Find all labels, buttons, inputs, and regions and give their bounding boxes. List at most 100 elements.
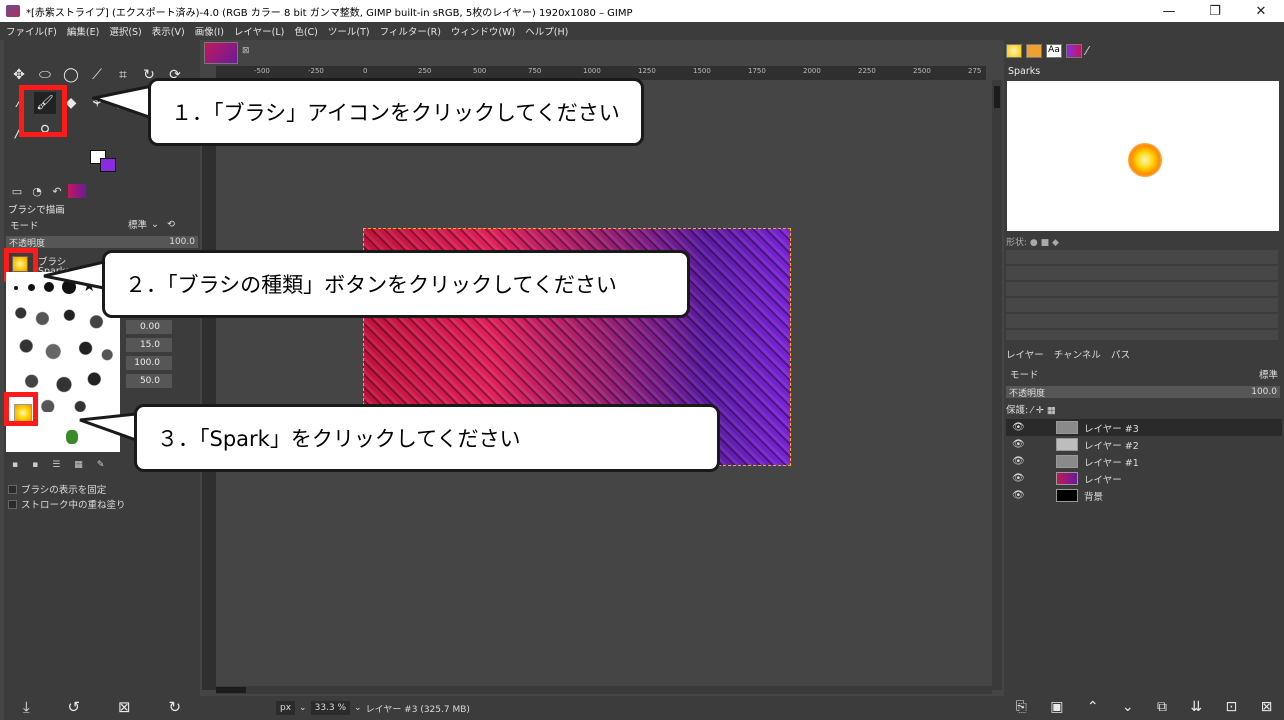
scroll-thumb[interactable] xyxy=(994,86,1000,108)
image-canvas[interactable] xyxy=(216,80,992,690)
brush-item[interactable] xyxy=(14,286,18,290)
edit-brush-icon[interactable]: ✎ xyxy=(97,460,105,470)
free-select-icon[interactable]: ◯ xyxy=(60,64,82,86)
layer-name: レイヤー #2 xyxy=(1084,440,1139,452)
tab-layers[interactable]: レイヤー xyxy=(1006,347,1044,361)
menu-windows[interactable]: ウィンドウ(W) xyxy=(451,24,515,38)
patterns-tab-icon[interactable] xyxy=(1026,44,1042,58)
delete-options-icon[interactable]: ⊠ xyxy=(118,698,131,716)
ruler-tick: 275 xyxy=(968,67,982,75)
menu-edit[interactable]: 編集(E) xyxy=(67,24,99,38)
spacing-field[interactable]: 50.0 xyxy=(126,374,172,388)
duplicate-layer-icon[interactable]: ⧉ xyxy=(1157,699,1167,715)
checkbox-box[interactable] xyxy=(8,499,17,509)
layer-row[interactable]: 👁 レイヤー #1 xyxy=(1006,453,1282,470)
grid-view-icon[interactable]: ▦ xyxy=(74,460,83,470)
eye-icon[interactable]: 👁 xyxy=(1012,422,1026,433)
menu-view[interactable]: 表示(V) xyxy=(152,24,185,38)
lock-label: 保護: xyxy=(1006,405,1029,416)
menu-tools[interactable]: ツール(T) xyxy=(328,24,370,38)
raise-layer-icon[interactable]: ⌃ xyxy=(1087,699,1099,715)
brush-editor-tab-icon[interactable]: ⁄ xyxy=(1086,44,1102,58)
larger-preview-icon[interactable]: ▪ xyxy=(32,460,38,470)
crop-tool-icon[interactable]: ⌗ xyxy=(112,64,134,86)
minimize-button[interactable]: — xyxy=(1146,0,1192,22)
vertical-scrollbar[interactable] xyxy=(992,80,1002,690)
faded-slider xyxy=(1006,250,1278,264)
menu-file[interactable]: ファイル(F) xyxy=(6,24,57,38)
menu-help[interactable]: ヘルプ(H) xyxy=(525,24,568,38)
brush-item[interactable] xyxy=(28,284,35,291)
chevron-down-icon[interactable]: ⌄ xyxy=(299,703,307,713)
square-shape-icon[interactable]: ■ xyxy=(1041,238,1050,248)
menu-filters[interactable]: フィルター(R) xyxy=(380,24,441,38)
image-tab-icon[interactable] xyxy=(68,184,86,198)
lock-position-icon[interactable]: ✛ xyxy=(1036,405,1044,416)
menu-image[interactable]: 画像(I) xyxy=(195,24,224,38)
horizontal-scrollbar[interactable] xyxy=(216,686,992,694)
new-layer-icon[interactable]: ⎘ xyxy=(1016,699,1027,715)
circle-shape-icon[interactable]: ● xyxy=(1030,238,1038,248)
lock-brush-checkbox[interactable]: ブラシの表示を固定 xyxy=(8,482,106,496)
menu-colors[interactable]: 色(C) xyxy=(294,24,318,38)
merge-layer-icon[interactable]: ⇊ xyxy=(1190,699,1202,715)
mode-dropdown[interactable]: 標準 ⌄ ⟲ xyxy=(128,216,198,232)
callout-tail xyxy=(43,260,106,290)
tool-options-tab-icon[interactable]: ▭ xyxy=(8,184,26,198)
diamond-shape-icon[interactable]: ◆ xyxy=(1052,238,1059,248)
brushes-tab-icon[interactable] xyxy=(1006,44,1022,58)
reset-options-icon[interactable]: ↻ xyxy=(168,698,181,716)
scroll-thumb[interactable] xyxy=(216,687,246,693)
undo-history-tab-icon[interactable]: ↶ xyxy=(48,184,66,198)
device-status-tab-icon[interactable]: ◔ xyxy=(28,184,46,198)
menu-layer[interactable]: レイヤー(L) xyxy=(234,24,284,38)
brush-preview xyxy=(1007,81,1279,231)
tab-channels[interactable]: チャンネル xyxy=(1054,347,1101,361)
move-tool-icon[interactable]: ✥ xyxy=(8,64,30,86)
unit-select[interactable]: px xyxy=(276,701,296,715)
opacity-slider[interactable]: 不透明度 100.0 xyxy=(6,236,198,249)
close-image-tab-icon[interactable]: ⊠ xyxy=(242,46,250,56)
layer-row[interactable]: 👁 レイヤー #2 xyxy=(1006,436,1282,453)
lock-alpha-icon[interactable]: ▦ xyxy=(1047,405,1056,416)
right-dock: Aa ⁄ Sparks 形状: ● ■ ◆ レイヤー チャンネル パス モード … xyxy=(1004,40,1284,720)
incremental-checkbox[interactable]: ストローク中の重ね塗り xyxy=(8,497,126,511)
layer-row[interactable]: 👁 レイヤー #3 xyxy=(1006,419,1282,436)
eye-icon[interactable]: 👁 xyxy=(1012,490,1026,501)
ellipse-select-icon[interactable]: ⬭ xyxy=(34,64,56,86)
gradients-tab-icon[interactable] xyxy=(1066,44,1082,58)
eye-icon[interactable]: 👁 xyxy=(1012,439,1026,450)
reset-icon[interactable]: ⟲ xyxy=(167,219,175,230)
new-group-icon[interactable]: ▣ xyxy=(1050,699,1063,715)
lock-pixels-icon[interactable]: ⁄ xyxy=(1031,405,1033,416)
fonts-tab-icon[interactable]: Aa xyxy=(1046,44,1062,58)
background-color-swatch[interactable] xyxy=(100,158,116,172)
close-button[interactable]: ✕ xyxy=(1238,0,1284,22)
eye-icon[interactable]: 👁 xyxy=(1012,473,1026,484)
checkbox-box[interactable] xyxy=(8,484,17,494)
zoom-select[interactable]: 33.3 % xyxy=(310,701,351,715)
layer-row[interactable]: 👁 レイヤー xyxy=(1006,470,1282,487)
tool-options-title: ブラシで描画 xyxy=(8,205,65,216)
save-options-icon[interactable]: ⤓ xyxy=(23,698,30,716)
tab-paths[interactable]: パス xyxy=(1111,347,1130,361)
list-view-icon[interactable]: ☰ xyxy=(52,460,60,470)
lower-layer-icon[interactable]: ⌄ xyxy=(1122,699,1134,715)
pepper-brush-icon[interactable] xyxy=(66,430,78,444)
size-field[interactable]: 0.00 xyxy=(126,320,172,334)
menu-select[interactable]: 選択(S) xyxy=(109,24,141,38)
fuzzy-select-icon[interactable]: ⟋ xyxy=(86,64,108,86)
mask-layer-icon[interactable]: ⊡ xyxy=(1225,699,1237,715)
smaller-preview-icon[interactable]: ▪ xyxy=(12,460,18,470)
layers-mode-row[interactable]: モード 標準 xyxy=(1006,366,1282,382)
maximize-button[interactable]: ❐ xyxy=(1192,0,1238,22)
layer-row[interactable]: 👁 背景 xyxy=(1006,487,1282,504)
aspect-field[interactable]: 15.0 xyxy=(126,338,172,352)
eye-icon[interactable]: 👁 xyxy=(1012,456,1026,467)
restore-options-icon[interactable]: ↺ xyxy=(68,698,81,716)
image-tab-thumbnail[interactable] xyxy=(204,42,238,64)
delete-layer-icon[interactable]: ⊠ xyxy=(1261,699,1273,715)
angle-field[interactable]: 100.0 xyxy=(126,356,172,370)
chevron-down-icon[interactable]: ⌄ xyxy=(354,703,362,713)
layers-opacity-slider[interactable]: 不透明度 100.0 xyxy=(1006,386,1280,399)
